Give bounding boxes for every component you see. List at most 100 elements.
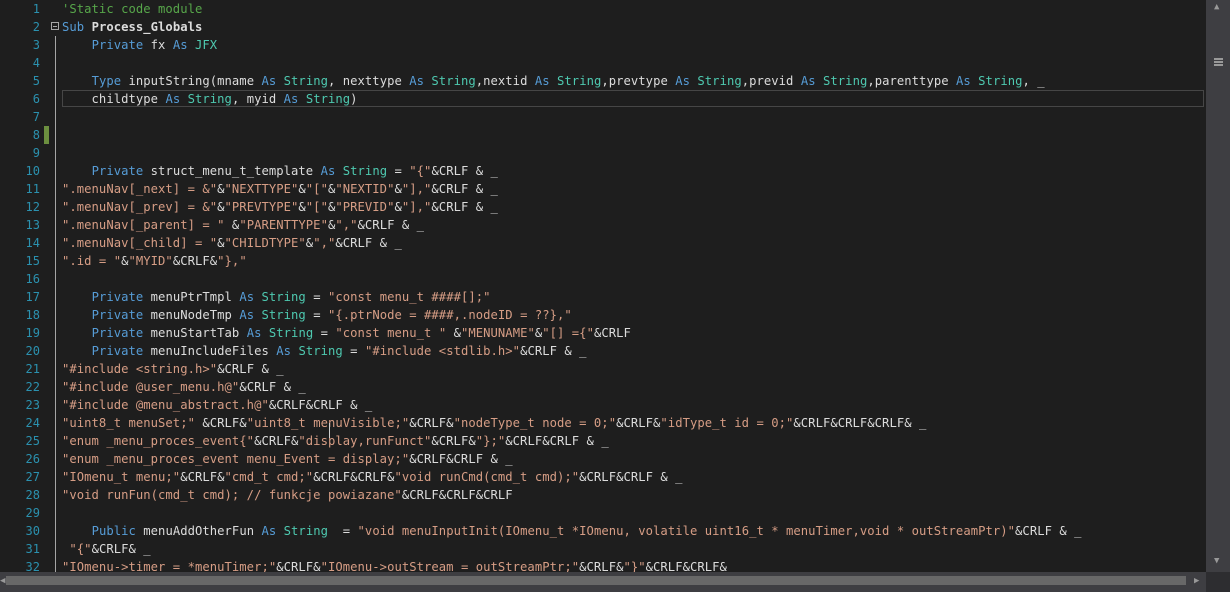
fold-collapse-icon[interactable] [51,22,59,30]
line-number: 27 [25,470,40,484]
code-token: As [165,92,188,106]
code-token: As [261,524,284,538]
code-token: = [350,344,365,358]
code-line[interactable]: 21 "#include <string.h>"&CRLF & _ [0,360,1206,378]
code-token: & [217,236,225,250]
code-line[interactable]: 14 ".menuNav[_child] = "&"CHILDTYPE"&","&… [0,234,1206,252]
code-text: Private menuStartTab As String = "const … [62,324,631,342]
code-line[interactable]: 17 Private menuPtrTmpl As String = "cons… [0,288,1206,306]
code-line[interactable]: 31 "{"&CRLF& _ [0,540,1206,558]
code-token: fx [150,38,173,52]
scroll-marker [1214,61,1223,63]
code-token: , nexttype [327,74,410,88]
line-number: 29 [25,506,40,520]
scroll-left-arrow-icon[interactable]: ◀ [0,576,5,586]
code-token: String [342,164,395,178]
code-token: Type [91,74,129,88]
scroll-down-arrow-icon[interactable]: ▼ [1214,556,1219,566]
code-line[interactable]: 32 "IOmenu->timer = *menuTimer;"&CRLF&"IO… [0,558,1206,572]
code-line[interactable]: 1 'Static code module [0,0,1206,18]
horizontal-scrollbar[interactable]: ◀ ▶ [0,572,1206,592]
code-line[interactable]: 7 [0,108,1206,126]
code-line[interactable]: 18 Private menuNodeTmp As String = "{.pt… [0,306,1206,324]
code-token: &CRLF&CRLF& [645,560,727,572]
code-line[interactable]: 12 ".menuNav[_prev] = &"&"PREVTYPE"&"["&"… [0,198,1206,216]
code-line[interactable]: 10 Private struct_menu_t_template As Str… [0,162,1206,180]
code-token: "uint8_t menuVisible;" [246,416,410,430]
code-token: String [261,308,314,322]
code-line[interactable]: 19 Private menuStartTab As String = "con… [0,324,1206,342]
code-text: Type inputString(mname As String, nextty… [62,72,1045,90]
code-token: &CRLF&CRLF&CRLF [401,488,513,502]
code-token: "void runFun(cmd_t cmd); // funkcje powi… [62,488,402,502]
vertical-scrollbar[interactable]: ▲ ▼ [1206,0,1230,572]
code-token: &CRLF & _ [431,200,498,214]
code-lines: 1 'Static code module 2 Sub Process_Globals… [0,0,1206,572]
code-line[interactable]: 30 Public menuAddOtherFun As String = "v… [0,522,1206,540]
code-token: , _ [1022,74,1045,88]
code-token: &CRLF& [276,560,321,572]
code-line[interactable]: 5 Type inputString(mname As String, next… [0,72,1206,90]
line-number: 22 [25,380,40,394]
code-token: String [187,92,232,106]
code-token: "NEXTID" [335,182,395,196]
code-token: String [557,74,602,88]
code-token: "NEXTTYPE" [224,182,299,196]
code-editor[interactable]: 1 'Static code module 2 Sub Process_Globals… [0,0,1206,572]
code-line[interactable]: 2 Sub Process_Globals [0,18,1206,36]
line-number: 30 [25,524,40,538]
code-line[interactable]: 4 [0,54,1206,72]
line-number: 3 [32,38,40,52]
code-line[interactable]: 27 "IOmenu_t menu;"&CRLF&"cmd_t cmd;"&CRL… [0,468,1206,486]
code-line[interactable]: 25 "enum _menu_proces_event{"&CRLF&"displ… [0,432,1206,450]
code-line[interactable]: 28 "void runFun(cmd_t cmd); // funkcje po… [0,486,1206,504]
code-line[interactable]: 9 [0,144,1206,162]
code-token: "IOmenu->timer = *menuTimer;" [62,560,277,572]
code-line[interactable]: 20 Private menuIncludeFiles As String = … [0,342,1206,360]
line-number: 4 [32,56,40,70]
scroll-right-arrow-icon[interactable]: ▶ [1194,576,1199,586]
code-line[interactable]: 16 [0,270,1206,288]
code-token: "}" [623,560,646,572]
code-token: "{" [69,542,92,556]
code-line[interactable]: 22 "#include @user_menu.h@"&CRLF & _ [0,378,1206,396]
horizontal-scroll-thumb[interactable] [6,576,1186,585]
code-text: ".menuNav[_prev] = &"&"PREVTYPE"&"["&"PR… [62,198,498,216]
code-line[interactable]: 26 "enum _menu_proces_event menu_Event = … [0,450,1206,468]
code-token: Private [91,344,151,358]
code-token: String [283,524,336,538]
code-token: &CRLF & _ [431,182,498,196]
code-token: &CRLF& [254,434,299,448]
code-token: String [261,290,314,304]
code-text: "#include @user_menu.h@"&CRLF & _ [62,378,306,396]
code-line[interactable]: 29 [0,504,1206,522]
code-token: &CRLF & _ [520,344,587,358]
code-token: = [320,326,336,340]
code-line[interactable]: 23 "#include @menu_abstract.h@"&CRLF&CRLF… [0,396,1206,414]
code-token: &CRLF & _ [357,218,425,232]
code-line[interactable]: 8 [0,126,1206,144]
code-token: childtype [62,92,166,106]
line-number: 6 [32,92,40,106]
code-line[interactable]: 3 Private fx As JFX [0,36,1206,54]
code-token: &CRLF & _ [239,380,306,394]
code-token: Sub [62,20,92,34]
code-line[interactable]: 11 ".menuNav[_next] = &"&"NEXTTYPE"&"["&"… [0,180,1206,198]
code-text: ".menuNav[_child] = "&"CHILDTYPE"&","&CR… [62,234,402,252]
code-line[interactable]: 24 "uint8_t menuSet;" &CRLF&"uint8_t menu… [0,414,1206,432]
code-text: Sub Process_Globals [62,18,202,36]
code-token: "]," [401,182,432,196]
code-line[interactable]: 13 ".menuNav[_parent] = " &"PARENTTYPE"&"… [0,216,1206,234]
code-text: "enum _menu_proces_event{"&CRLF&"display… [62,432,609,450]
code-line[interactable]: 6 childtype As String, myid As String) [0,90,1206,108]
code-token: &CRLF&CRLF& [313,470,395,484]
code-token: &CRLF [593,326,631,340]
code-token: "[" [305,182,328,196]
line-number: 15 [25,254,40,268]
code-token: menuAddOtherFun [143,524,262,538]
code-line[interactable]: 15 ".id = "&"MYID"&CRLF&"}," [0,252,1206,270]
scroll-up-arrow-icon[interactable]: ▲ [1214,2,1219,12]
code-token: ".menuNav[_child] = " [62,236,218,250]
